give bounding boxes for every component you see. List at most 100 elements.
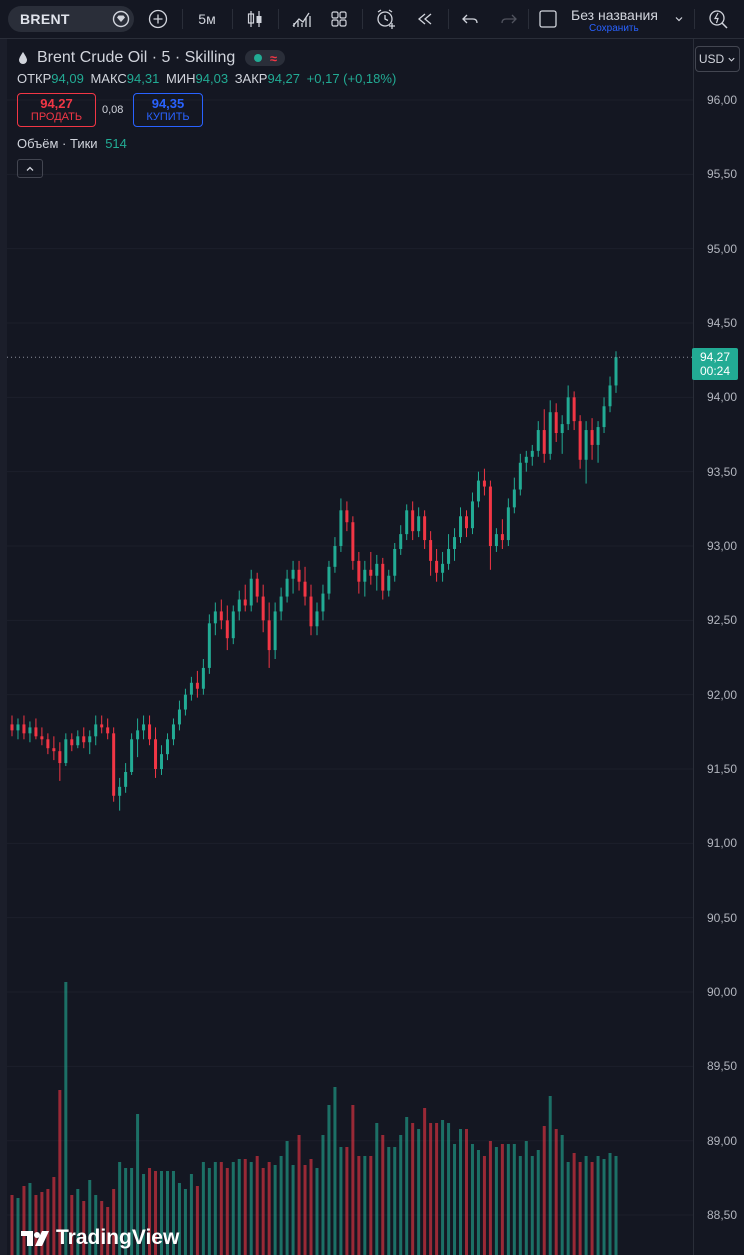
volume-bar <box>327 1105 331 1255</box>
candle-body <box>58 751 62 764</box>
chart-canvas[interactable] <box>7 39 693 1255</box>
candle-body <box>470 501 474 529</box>
price-tick-label: 90,00 <box>706 985 737 1000</box>
volume-bar <box>189 1174 193 1255</box>
candle-body <box>40 736 44 740</box>
price-tick-label: 88,50 <box>706 1208 737 1223</box>
low-value: 94,03 <box>195 71 229 86</box>
price-tick-label: 89,50 <box>706 1059 737 1074</box>
candle-body <box>28 727 32 734</box>
volume-bar <box>512 1144 516 1255</box>
volume-bar <box>554 1129 558 1255</box>
chart-pane[interactable] <box>7 39 693 1255</box>
toolbar-divider <box>528 9 529 29</box>
candle-body <box>411 510 415 532</box>
candle-body <box>243 599 247 606</box>
last-price-value: 94,27 <box>699 350 731 365</box>
volume-bar <box>536 1150 540 1255</box>
undo-button[interactable] <box>458 0 482 38</box>
spread-value: 0,08 <box>102 104 124 116</box>
volume-bar <box>237 1159 241 1255</box>
buy-button[interactable]: 94,35 КУПИТЬ <box>133 93 203 127</box>
candle-body <box>602 406 606 428</box>
candle-body <box>267 620 271 651</box>
volume-bar <box>64 982 68 1255</box>
templates-button[interactable] <box>327 0 351 38</box>
candle-body <box>255 578 259 597</box>
candle-body <box>189 682 193 695</box>
undo-icon <box>462 14 478 24</box>
volume-bar <box>518 1156 522 1255</box>
volume-bar <box>363 1156 367 1255</box>
price-tick-label: 92,00 <box>706 687 737 702</box>
open-label: ОТКР <box>17 71 52 86</box>
compare-add-button[interactable] <box>146 0 170 38</box>
collapse-legend-button[interactable] <box>17 159 43 178</box>
price-axis[interactable]: 96,00 95,50 95,00 94,50 94,00 93,50 93,00 92,50… <box>693 39 744 1255</box>
wave-icon: ≈ <box>269 50 278 66</box>
high-label: МАКС <box>90 71 127 86</box>
close-label: ЗАКР <box>234 71 268 86</box>
volume-bar <box>482 1156 486 1255</box>
candle-body <box>297 569 301 582</box>
candle-body <box>34 727 38 737</box>
data-quality-icon[interactable] <box>112 10 130 28</box>
volume-bar <box>470 1144 474 1255</box>
last-price-label: 94,27 00:24 <box>692 348 738 381</box>
close-value: 94,27 <box>267 71 301 86</box>
market-status-badge[interactable]: ≈ <box>245 50 286 66</box>
indicators-button[interactable] <box>289 0 313 38</box>
ohlc-row: ОТКР94,09 МАКС94,31 МИН94,03 ЗАКР94,27 +… <box>17 71 396 89</box>
quick-search-button[interactable] <box>705 0 731 38</box>
candle-body <box>100 724 104 728</box>
tradingview-logo[interactable]: TradingView <box>20 1226 179 1250</box>
currency-button[interactable]: USD <box>695 46 740 72</box>
chevron-up-icon <box>26 166 34 171</box>
open-value: 94,09 <box>51 71 84 86</box>
candle-body <box>177 709 181 725</box>
multi-layout-button[interactable] <box>536 0 560 38</box>
volume-bar <box>225 1168 229 1255</box>
volume-bar <box>453 1144 457 1255</box>
sell-button[interactable]: 94,27 ПРОДАТЬ <box>17 93 96 127</box>
volume-bar <box>506 1144 510 1255</box>
redo-button[interactable] <box>497 0 521 38</box>
candle-body <box>512 489 516 508</box>
volume-bar <box>201 1162 205 1255</box>
volume-bar <box>345 1147 349 1255</box>
candle-body <box>447 548 451 564</box>
save-link[interactable]: Сохранить <box>589 23 639 34</box>
volume-bar <box>578 1162 582 1255</box>
price-tick-label: 93,00 <box>706 539 737 553</box>
interval-button[interactable]: 5м <box>192 0 222 38</box>
volume-bar <box>243 1159 247 1255</box>
price-tick-label: 95,50 <box>706 167 737 182</box>
candle-body <box>237 599 241 612</box>
volume-bar <box>488 1141 492 1255</box>
toolbar-divider <box>362 9 363 29</box>
volume-title: Объём · Тики <box>17 136 98 151</box>
volume-bar <box>297 1135 301 1255</box>
toolbar-divider <box>448 9 449 29</box>
candle-body <box>22 724 26 734</box>
volume-bar <box>10 1195 14 1255</box>
chart-type-button[interactable] <box>243 0 267 38</box>
volume-bar <box>183 1189 187 1255</box>
candle-body <box>225 620 229 639</box>
candle-body <box>554 412 558 434</box>
volume-bar <box>590 1162 594 1255</box>
candle-body <box>387 575 391 591</box>
symbol-title[interactable]: Brent Crude Oil · 5 · Skilling <box>37 49 235 67</box>
volume-legend[interactable]: Объём · Тики 514 <box>17 136 127 151</box>
volume-bar <box>375 1123 379 1255</box>
alert-button[interactable] <box>373 0 399 38</box>
volume-bar <box>423 1108 427 1255</box>
candle-body <box>106 727 110 734</box>
replay-button[interactable] <box>413 0 437 38</box>
chart-legend: Brent Crude Oil · 5 · Skilling ≈ ОТКР94,… <box>17 48 396 89</box>
volume-bar <box>530 1156 534 1255</box>
volume-bar <box>476 1150 480 1255</box>
volume-bar <box>435 1123 439 1255</box>
layout-save-menu[interactable]: Без названия Сохранить <box>566 5 686 35</box>
symbol-search[interactable]: BRENT <box>8 6 134 32</box>
